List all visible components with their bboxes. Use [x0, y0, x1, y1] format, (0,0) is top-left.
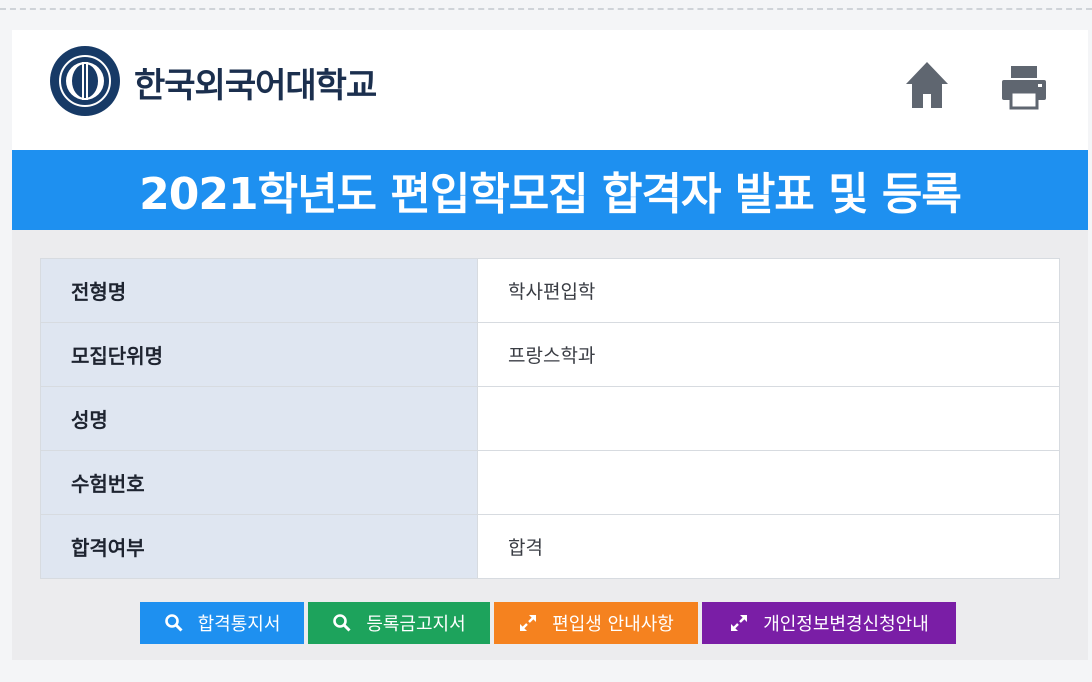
row-label: 합격여부: [40, 514, 478, 579]
row-label: 성명: [40, 386, 478, 451]
privacy-change-guide-button[interactable]: 개인정보변경신청안내: [702, 602, 956, 644]
row-value: [477, 450, 1060, 515]
table-row: 합격여부 합격: [40, 514, 1060, 579]
action-buttons: 합격통지서 등록금고지서 편입생 안내사항 개인정보변경신청안내: [140, 602, 956, 644]
title-banner: 2021학년도 편입학모집 합격자 발표 및 등록: [12, 150, 1088, 230]
page-header: 한국외국어대학교: [12, 30, 1088, 150]
row-label: 전형명: [40, 258, 478, 323]
expand-arrows-icon: [518, 613, 538, 633]
university-name: 한국외국어대학교: [134, 66, 377, 106]
table-row: 수험번호: [40, 450, 1060, 515]
registration-notice-button[interactable]: 등록금고지서: [308, 602, 490, 644]
home-icon[interactable]: [904, 60, 950, 110]
table-row: 모집단위명 프랑스학과: [40, 322, 1060, 387]
page-title: 2021학년도 편입학모집 합격자 발표 및 등록: [139, 169, 962, 220]
privacy-change-guide-label: 개인정보변경신청안내: [763, 614, 929, 635]
expand-arrows-icon: [729, 613, 749, 633]
row-value: 프랑스학과: [477, 322, 1060, 387]
row-label: 모집단위명: [40, 322, 478, 387]
search-icon: [332, 613, 352, 633]
row-value: 합격: [477, 514, 1060, 579]
row-value: [477, 386, 1060, 451]
table-row: 성명: [40, 386, 1060, 451]
acceptance-letter-label: 합격통지서: [197, 614, 281, 635]
row-label: 수험번호: [40, 450, 478, 515]
top-dashed-divider: [0, 8, 1092, 10]
registration-notice-label: 등록금고지서: [366, 614, 466, 635]
table-row: 전형명 학사편입학: [40, 258, 1060, 323]
result-body: 전형명 학사편입학 모집단위명 프랑스학과 성명 수험번호 합격여부 합격 합격…: [12, 230, 1088, 660]
university-seal-icon: [50, 46, 120, 116]
row-value: 학사편입학: [477, 258, 1060, 323]
print-icon[interactable]: [1000, 64, 1048, 110]
transfer-guide-button[interactable]: 편입생 안내사항: [494, 602, 698, 644]
result-card: 한국외국어대학교 2021학년도 편입학모집 합격자 발표 및 등록 전형명 학…: [12, 30, 1088, 660]
search-icon: [164, 613, 184, 633]
applicant-info-table: 전형명 학사편입학 모집단위명 프랑스학과 성명 수험번호 합격여부 합격: [40, 258, 1060, 579]
acceptance-letter-button[interactable]: 합격통지서: [140, 602, 304, 644]
transfer-guide-label: 편입생 안내사항: [552, 614, 674, 635]
